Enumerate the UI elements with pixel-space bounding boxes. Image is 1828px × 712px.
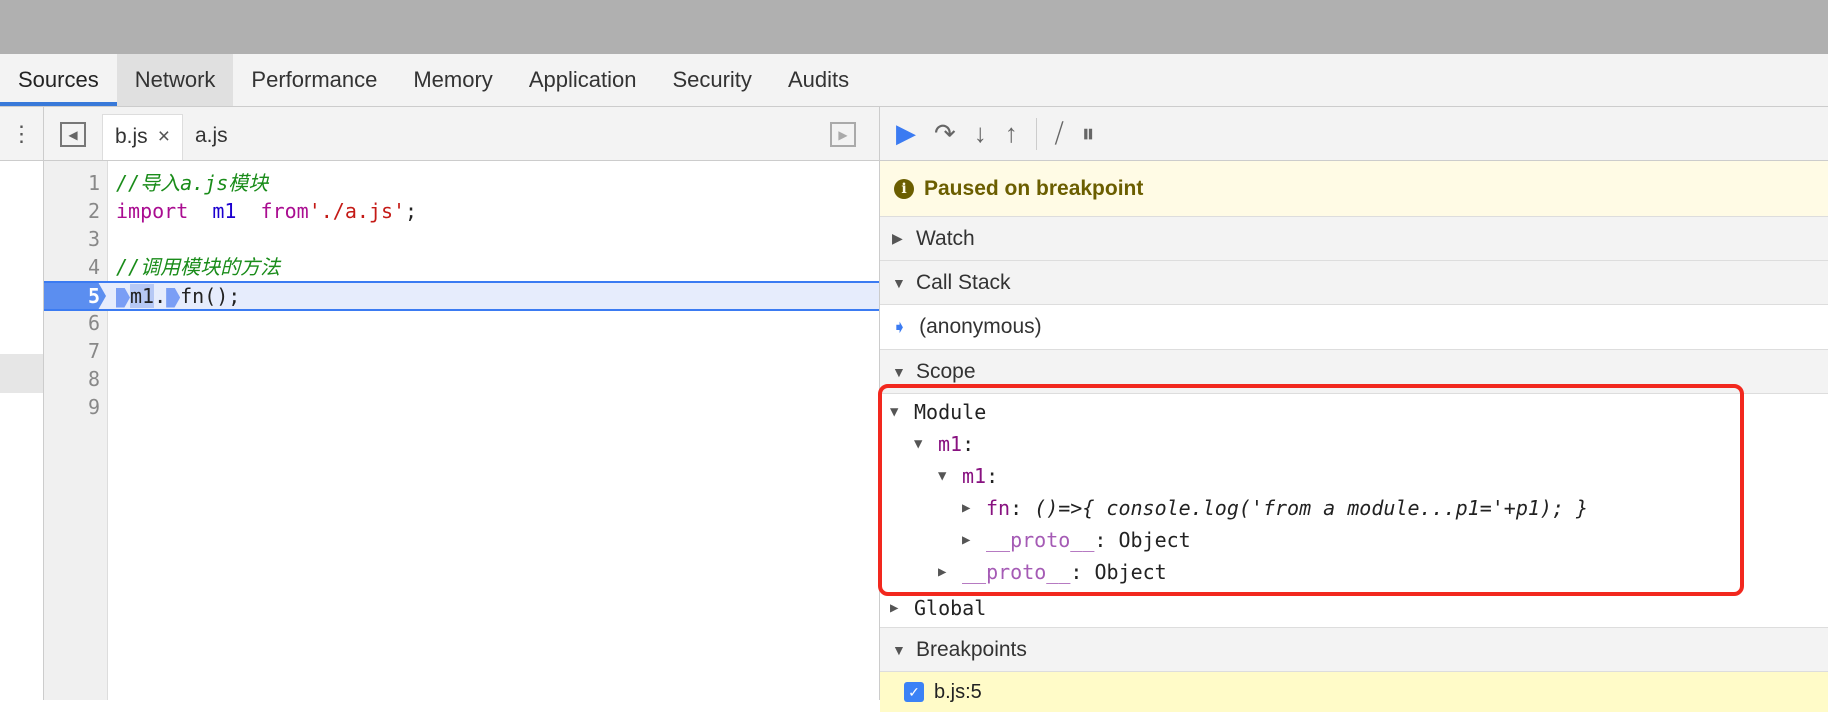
code-line[interactable]: 9 [44,393,879,421]
toolbar-divider [1035,117,1037,150]
current-frame-arrow-icon: ➧ [892,316,908,337]
inline-breakpoint-icon[interactable] [166,287,181,308]
code-text: //调用模块的方法 [116,253,280,281]
more-options-icon[interactable]: ⋮ [0,107,43,161]
navigator-selected-item[interactable] [0,354,43,393]
step-out-icon[interactable]: ↑ [1005,118,1018,149]
line-number[interactable]: 8 [44,365,100,393]
toggle-navigator-icon[interactable]: ◀ [60,122,86,147]
tab-performance[interactable]: Performance [233,54,395,106]
code-token: fn(); [180,284,241,308]
file-tab-b-js[interactable]: b.js × [102,114,183,160]
section-call-stack[interactable]: ▼ Call Stack [880,261,1828,305]
line-number[interactable]: 4 [44,253,100,281]
annotation-highlight-box [878,384,1744,596]
code-line[interactable]: 6 [44,309,879,337]
resume-icon[interactable]: ▶ [896,118,916,149]
code-editor: ◀ b.js × a.js ▶ 1 //导入a.js模块 2 import m1 fro… [44,107,880,700]
code-token: from [260,199,309,223]
code-line[interactable]: 7 [44,337,879,365]
section-watch[interactable]: ▶ Watch [880,217,1828,261]
expand-icon: ▶ [892,230,903,246]
debugger-toolbar: ▶ ↷ ↓ ↑ ⧸ ⏸ [880,107,1828,161]
section-title: Scope [916,359,976,383]
code-text: m1. fn(); [116,283,240,309]
code-token: //导入a.js模块 [116,171,269,195]
line-number[interactable]: 1 [44,169,100,197]
line-number[interactable]: 2 [44,197,100,225]
call-frame[interactable]: ➧ (anonymous) [880,305,1828,350]
frame-name: (anonymous) [919,315,1042,338]
breakpoint-line-number[interactable]: 5 [44,283,106,309]
pause-on-exceptions-icon[interactable]: ⏸ [1082,118,1095,150]
collapse-icon: ▼ [892,274,906,291]
info-icon: i [894,178,914,199]
navigator-pane: ⋮ [0,107,44,700]
step-over-icon[interactable]: ↷ [934,118,956,149]
line-number[interactable]: 7 [44,337,100,365]
scope-tree: ▼ Module ▼ m1: ▼ m1: ▶ fn: ()=>{ console.log… [878,384,1828,628]
code-token: . [154,284,167,308]
code-text: //导入a.js模块 [116,169,268,197]
code-token: //调用模块的方法 [116,255,281,279]
tab-sources[interactable]: Sources [0,54,117,106]
close-icon[interactable]: × [158,125,170,148]
collapse-icon: ▼ [892,363,906,380]
code-line[interactable]: 8 [44,365,879,393]
tab-network[interactable]: Network [116,54,234,106]
file-tab-a-js[interactable]: a.js [183,114,240,160]
inline-breakpoint-icon[interactable] [116,287,130,308]
code-token: './a.js' [308,199,406,223]
tab-audits[interactable]: Audits [770,54,867,106]
code-token: import [116,199,189,223]
code-line[interactable]: 3 [44,225,879,253]
line-number[interactable]: 9 [44,393,100,421]
section-title: Call Stack [916,270,1011,294]
tab-security[interactable]: Security [654,54,769,106]
section-title: Watch [916,226,975,250]
debugger-sidebar: ▶ ↷ ↓ ↑ ⧸ ⏸ i Paused on breakpoint ▶ Watch… [878,107,1828,712]
paused-banner: i Paused on breakpoint [880,161,1828,217]
paused-message: Paused on breakpoint [924,176,1144,200]
deactivate-breakpoints-icon[interactable]: ⧸ [1055,118,1064,150]
breakpoint-item[interactable]: ✓ b.js:5 [880,672,1828,712]
window-titlebar [0,0,1828,54]
line-number[interactable]: 3 [44,225,100,253]
tree-label: Global [914,595,987,620]
code-text: import m1 from'./a.js'; [116,197,417,225]
file-tab-label: b.js [115,125,148,148]
code-line[interactable]: 2 import m1 from'./a.js'; [44,197,879,225]
tab-memory[interactable]: Memory [395,54,510,106]
code-area[interactable]: 1 //导入a.js模块 2 import m1 from'./a.js'; 3 4 //调… [44,161,879,700]
code-line[interactable]: 4 //调用模块的方法 [44,253,879,281]
tab-application[interactable]: Application [511,54,655,106]
code-line[interactable]: 1 //导入a.js模块 [44,169,879,197]
line-number[interactable]: 6 [44,309,100,337]
section-breakpoints[interactable]: ▼ Breakpoints [880,628,1828,672]
toggle-debugger-icon[interactable]: ▶ [830,122,856,147]
code-line-current[interactable]: 5 m1. fn(); [44,281,879,311]
checkbox-checked-icon[interactable]: ✓ [904,682,924,702]
collapse-icon: ▼ [892,641,906,658]
editor-tabs: ◀ b.js × a.js ▶ [44,107,879,161]
code-token: m1 [130,284,155,308]
section-title: Breakpoints [916,637,1027,661]
code-token: m1 [212,199,237,223]
step-into-icon[interactable]: ↓ [974,118,987,149]
breakpoint-label: b.js:5 [934,680,982,703]
devtools-panel-tabs: Sources Network Performance Memory Appli… [0,54,1828,107]
code-token: ; [405,199,418,223]
